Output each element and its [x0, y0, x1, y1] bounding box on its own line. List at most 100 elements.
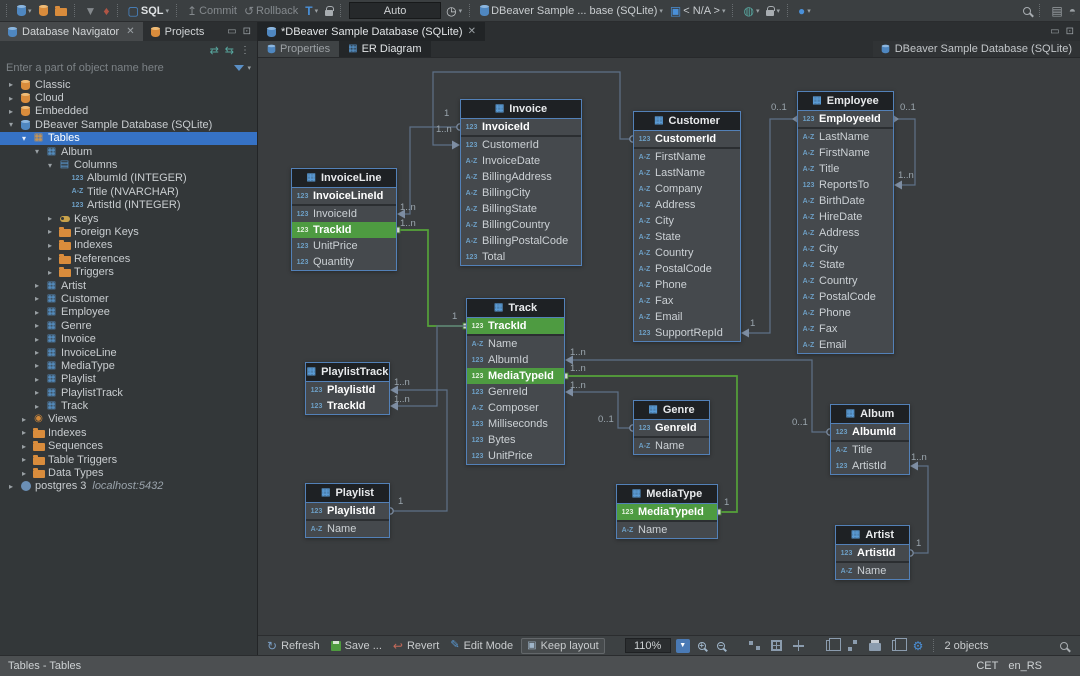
entity-column-state[interactable]: A-ZState [798, 257, 893, 273]
entity-column-trackid[interactable]: 123TrackId [292, 222, 396, 238]
commit-button[interactable]: ↥Commit [185, 3, 239, 19]
entity-genre[interactable]: ▦Genre123GenreIdA-ZName [633, 400, 710, 455]
schema-combo[interactable]: ▣ < N/A > ▾ [668, 3, 728, 19]
object-filter[interactable]: Enter a part of object name here ▾ [0, 59, 257, 77]
entity-column-employeeid[interactable]: 123EmployeeId [798, 111, 893, 127]
show-notations-button[interactable] [823, 638, 839, 654]
tree-item-sequences[interactable]: ▸Sequences [0, 440, 257, 453]
tree-item-classic[interactable]: ▸Classic [0, 78, 257, 91]
entity-column-unitprice[interactable]: 123UnitPrice [467, 448, 564, 464]
entity-column-customerid[interactable]: 123CustomerId [634, 131, 740, 147]
entity-header-customer[interactable]: ▦Customer [634, 112, 740, 131]
datasource-combo[interactable]: DBeaver Sample ... base (SQLite) ▾ [478, 3, 665, 19]
entity-column-city[interactable]: A-ZCity [634, 213, 740, 229]
tree-chevron-icon[interactable]: ▸ [19, 415, 29, 424]
connect-button[interactable] [37, 3, 50, 19]
entity-column-country[interactable]: A-ZCountry [634, 245, 740, 261]
entity-column-reportsto[interactable]: 123ReportsTo [798, 177, 893, 193]
presentation-button[interactable]: ●▾ [796, 3, 813, 19]
view-menu-icon[interactable]: ⋮ [240, 45, 251, 56]
tree-chevron-icon[interactable]: ▾ [6, 120, 16, 129]
entity-header-track[interactable]: ▦Track [467, 299, 564, 318]
filter-button[interactable]: ▼ [83, 3, 99, 19]
entity-customer[interactable]: ▦Customer123CustomerIdA-ZFirstNameA-ZLas… [633, 111, 741, 342]
tree-item-dbeaver-sample-database-sqlite-[interactable]: ▾DBeaver Sample Database (SQLite) [0, 118, 257, 131]
tree-chevron-icon[interactable]: ▸ [19, 469, 29, 478]
entity-column-country[interactable]: A-ZCountry [798, 273, 893, 289]
tree-item-artistid-integer-[interactable]: 123ArtistId (INTEGER) [0, 199, 257, 212]
tab-projects[interactable]: Projects [143, 22, 213, 41]
open-perspective-icon[interactable]: ▤ [1051, 5, 1062, 17]
tree-item-tables[interactable]: ▾▦Tables [0, 132, 257, 145]
tree-item-triggers[interactable]: ▸Triggers [0, 265, 257, 278]
tree-item-customer[interactable]: ▸▦Customer [0, 292, 257, 305]
tree-chevron-icon[interactable]: ▸ [45, 214, 55, 223]
entity-column-total[interactable]: 123Total [461, 249, 581, 265]
tree-chevron-icon[interactable]: ▾ [19, 134, 29, 143]
entity-column-trackid[interactable]: 123TrackId [467, 318, 564, 334]
tree-item-albumid-integer-[interactable]: 123AlbumId (INTEGER) [0, 172, 257, 185]
entity-column-invoicedate[interactable]: A-ZInvoiceDate [461, 153, 581, 169]
entity-column-postalcode[interactable]: A-ZPostalCode [634, 261, 740, 277]
search-diagram-icon[interactable] [1060, 642, 1068, 650]
tree-chevron-icon[interactable]: ▸ [32, 361, 42, 370]
tree-item-invoice[interactable]: ▸▦Invoice [0, 332, 257, 345]
tree-item-data-types[interactable]: ▸Data Types [0, 466, 257, 479]
datasource-breadcrumb[interactable]: DBeaver Sample Database (SQLite) [873, 41, 1080, 57]
entity-column-customerid[interactable]: 123CustomerId [461, 137, 581, 153]
user-profile-icon[interactable]: ◓ [1069, 5, 1076, 17]
entity-column-fax[interactable]: A-ZFax [798, 321, 893, 337]
tree-chevron-icon[interactable]: ▸ [32, 308, 42, 317]
entity-column-genreid[interactable]: 123GenreId [634, 420, 709, 436]
link-with-editor-icon[interactable]: ⇆ [225, 44, 234, 57]
entity-column-phone[interactable]: A-ZPhone [634, 277, 740, 293]
entity-mediatype[interactable]: ▦MediaType123MediaTypeIdA-ZName [616, 484, 718, 539]
entity-header-album[interactable]: ▦Album [831, 405, 909, 424]
entity-column-email[interactable]: A-ZEmail [634, 309, 740, 325]
entity-column-invoicelineid[interactable]: 123InvoiceLineId [292, 188, 396, 204]
entity-column-title[interactable]: A-ZTitle [831, 442, 909, 458]
entity-header-playlisttrack[interactable]: ▦PlaylistTrack [306, 363, 389, 382]
tab-properties[interactable]: Properties [258, 41, 339, 57]
tree-chevron-icon[interactable]: ▸ [6, 107, 16, 116]
refresh-button[interactable]: ↻Refresh [264, 638, 323, 654]
tree-item-indexes[interactable]: ▸Indexes [0, 426, 257, 439]
entity-column-title[interactable]: A-ZTitle [798, 161, 893, 177]
search-icon[interactable] [1023, 7, 1031, 15]
entity-column-playlistid[interactable]: 123PlaylistId [306, 503, 389, 519]
entity-column-quantity[interactable]: 123Quantity [292, 254, 396, 270]
lock-button[interactable] [323, 3, 335, 19]
save-button[interactable]: Save ... [328, 638, 385, 654]
tree-chevron-icon[interactable]: ▾ [32, 147, 42, 156]
security-button[interactable]: ▾ [764, 3, 782, 19]
entity-column-firstname[interactable]: A-ZFirstName [634, 149, 740, 165]
entity-column-name[interactable]: A-ZName [467, 336, 564, 352]
tree-chevron-icon[interactable]: ▸ [32, 321, 42, 330]
entity-column-mediatypeid[interactable]: 123MediaTypeId [617, 504, 717, 520]
entity-column-name[interactable]: A-ZName [617, 522, 717, 538]
status-locale[interactable]: en_RS [1008, 660, 1042, 672]
tree-chevron-icon[interactable]: ▸ [45, 254, 55, 263]
tree-item-mediatype[interactable]: ▸▦MediaType [0, 359, 257, 372]
entity-column-invoiceid[interactable]: 123InvoiceId [461, 119, 581, 135]
entity-column-invoiceid[interactable]: 123InvoiceId [292, 206, 396, 222]
tree-item-views[interactable]: ▸◉Views [0, 413, 257, 426]
zoom-in-button[interactable]: + [695, 638, 709, 654]
tree-chevron-icon[interactable]: ▸ [32, 335, 42, 344]
foreign-key-button[interactable]: ♦ [101, 3, 111, 19]
toggle-grid-button[interactable] [768, 638, 785, 654]
entity-column-fax[interactable]: A-ZFax [634, 293, 740, 309]
entity-invoiceline[interactable]: ▦InvoiceLine123InvoiceLineId123InvoiceId… [291, 168, 397, 271]
entity-column-bytes[interactable]: 123Bytes [467, 432, 564, 448]
close-icon[interactable]: ✕ [468, 26, 476, 37]
tree-chevron-icon[interactable]: ▸ [45, 268, 55, 277]
entity-column-billingcountry[interactable]: A-ZBillingCountry [461, 217, 581, 233]
tree-item-track[interactable]: ▸▦Track [0, 399, 257, 412]
tree-chevron-icon[interactable]: ▸ [19, 428, 29, 437]
entity-column-artistid[interactable]: 123ArtistId [836, 545, 909, 561]
entity-column-albumid[interactable]: 123AlbumId [831, 424, 909, 440]
entity-column-billingcity[interactable]: A-ZBillingCity [461, 185, 581, 201]
entity-column-company[interactable]: A-ZCompany [634, 181, 740, 197]
entity-column-state[interactable]: A-ZState [634, 229, 740, 245]
entity-column-composer[interactable]: A-ZComposer [467, 400, 564, 416]
